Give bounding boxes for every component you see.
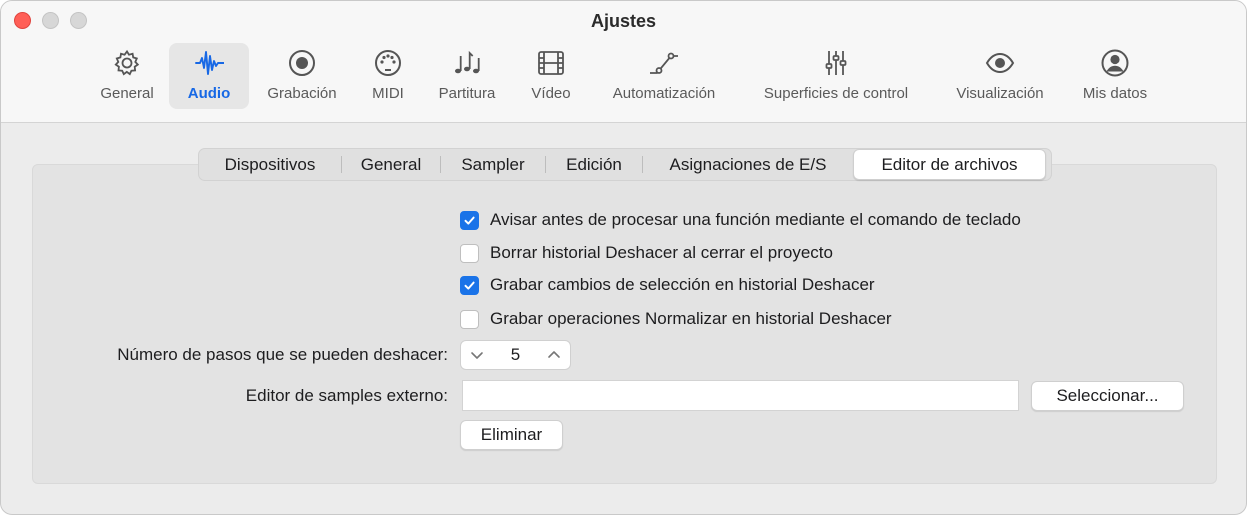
toolbar-control-surfaces-label: Superficies de control bbox=[763, 85, 909, 102]
option-label: Avisar antes de procesar una función med… bbox=[490, 210, 1021, 229]
toolbar-display-label: Visualización bbox=[956, 85, 1044, 102]
toolbar-score-label: Partitura bbox=[438, 85, 496, 102]
music-notes-icon bbox=[447, 43, 487, 83]
undo-steps-value: 5 bbox=[510, 345, 521, 364]
checkbox-record-selection-changes[interactable] bbox=[460, 275, 479, 295]
checkmark-icon bbox=[464, 281, 475, 290]
toolbar-automation[interactable]: Automatización bbox=[601, 43, 727, 109]
external-editor-field[interactable] bbox=[462, 380, 1019, 411]
toolbar-midi-label: MIDI bbox=[372, 85, 404, 102]
tab-io-assignments[interactable]: Asignaciones de E/S bbox=[643, 149, 853, 180]
eye-icon bbox=[980, 43, 1020, 83]
gear-icon bbox=[107, 43, 147, 83]
film-icon bbox=[531, 43, 571, 83]
option-label: Borrar historial Deshacer al cerrar el p… bbox=[490, 243, 833, 262]
toolbar-automation-label: Automatización bbox=[612, 85, 716, 102]
chevron-down-icon[interactable] bbox=[467, 345, 487, 365]
option-label: Grabar operaciones Normalizar en histori… bbox=[490, 309, 892, 328]
chevron-up-icon[interactable] bbox=[544, 345, 564, 365]
checkbox-warn-before-processing[interactable] bbox=[460, 210, 479, 230]
toolbar-control-surfaces[interactable]: Superficies de control bbox=[745, 43, 927, 109]
toolbar-recording-label: Grabación bbox=[267, 85, 337, 102]
tab-sampler[interactable]: Sampler bbox=[441, 149, 545, 180]
sliders-icon bbox=[816, 43, 856, 83]
checkbox-record-normalize[interactable] bbox=[460, 309, 479, 329]
toolbar-video-label: Vídeo bbox=[531, 85, 571, 102]
window-title: Ajustes bbox=[590, 11, 657, 31]
option-warn-before-processing[interactable]: Avisar antes de procesar una función med… bbox=[460, 210, 1021, 230]
toolbar-my-info-label: Mis datos bbox=[1082, 85, 1148, 102]
automation-curve-icon bbox=[644, 43, 684, 83]
undo-steps-label: Número de pasos que se pueden deshacer: bbox=[117, 345, 448, 364]
toolbar-audio[interactable]: Audio bbox=[169, 43, 249, 109]
toolbar-audio-label: Audio bbox=[187, 85, 231, 102]
record-icon bbox=[282, 43, 322, 83]
checkbox-clear-undo-on-close[interactable] bbox=[460, 243, 479, 263]
select-button[interactable]: Seleccionar... bbox=[1031, 381, 1184, 411]
option-clear-undo-on-close[interactable]: Borrar historial Deshacer al cerrar el p… bbox=[460, 243, 833, 263]
checkmark-icon bbox=[464, 216, 475, 225]
option-record-normalize[interactable]: Grabar operaciones Normalizar en histori… bbox=[460, 309, 892, 329]
option-record-selection-changes[interactable]: Grabar cambios de selección en historial… bbox=[460, 275, 875, 295]
waveform-icon bbox=[189, 43, 229, 83]
toolbar-general[interactable]: General bbox=[93, 43, 161, 109]
toolbar-midi[interactable]: MIDI bbox=[363, 43, 413, 109]
remove-button[interactable]: Eliminar bbox=[460, 420, 563, 450]
tab-devices[interactable]: Dispositivos bbox=[199, 149, 341, 180]
toolbar-my-info[interactable]: Mis datos bbox=[1073, 43, 1157, 109]
titlebar: Ajustes General Audio Grabación MIDI Par… bbox=[1, 1, 1246, 123]
toolbar-general-label: General bbox=[100, 85, 154, 102]
option-label: Grabar cambios de selección en historial… bbox=[490, 275, 875, 294]
tab-file-editor[interactable]: Editor de archivos bbox=[853, 149, 1046, 180]
midi-port-icon bbox=[368, 43, 408, 83]
external-editor-label: Editor de samples externo: bbox=[245, 386, 448, 405]
preferences-window: Ajustes General Audio Grabación MIDI Par… bbox=[0, 0, 1247, 515]
toolbar-video[interactable]: Vídeo bbox=[523, 43, 579, 109]
toolbar-score[interactable]: Partitura bbox=[429, 43, 505, 109]
undo-steps-stepper[interactable]: 5 bbox=[460, 340, 571, 370]
person-icon bbox=[1095, 43, 1135, 83]
audio-subtabs: Dispositivos General Sampler Edición Asi… bbox=[198, 148, 1052, 181]
tab-general[interactable]: General bbox=[342, 149, 440, 180]
toolbar-recording[interactable]: Grabación bbox=[258, 43, 346, 109]
tab-editing[interactable]: Edición bbox=[546, 149, 642, 180]
toolbar-display[interactable]: Visualización bbox=[945, 43, 1055, 109]
